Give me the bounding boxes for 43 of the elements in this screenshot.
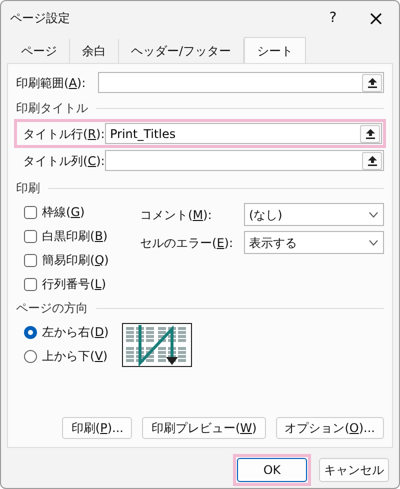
input-field[interactable] — [98, 72, 384, 93]
close-button[interactable]: × — [353, 8, 399, 28]
checkbox[interactable] — [24, 206, 37, 218]
dialog-button[interactable]: オプション(O)... — [276, 417, 384, 439]
checkbox-label: 簡易印刷(Q) — [42, 252, 109, 269]
help-button[interactable]: ? — [313, 8, 353, 28]
input-field[interactable]: Print_Titles — [105, 123, 382, 144]
chevron-down-icon — [369, 240, 378, 246]
radio-button[interactable] — [24, 326, 37, 338]
collapse-button[interactable] — [362, 74, 382, 92]
radio-label: 上から下(V) — [42, 348, 108, 365]
radio-button[interactable] — [24, 350, 37, 362]
field-label: コメント(M): — [140, 206, 213, 224]
chevron-down-icon — [369, 212, 378, 218]
field-label: セルのエラー(E): — [140, 234, 234, 252]
upload-arrow-icon — [366, 128, 374, 138]
collapse-button[interactable] — [360, 124, 380, 142]
ok-button[interactable]: OK — [237, 458, 307, 482]
upload-arrow-icon — [368, 78, 376, 88]
radio-label: 左から右(D) — [42, 324, 109, 341]
cancel-button[interactable]: キャンセル — [319, 458, 389, 482]
group-heading: 印刷 — [16, 180, 40, 197]
upload-arrow-icon — [368, 156, 376, 166]
page-order-drawing — [122, 323, 192, 367]
checkbox-label: 白黒印刷(B) — [42, 228, 108, 245]
collapse-button[interactable] — [362, 152, 382, 170]
dialog-button[interactable]: 印刷プレビュー(W) — [142, 417, 266, 439]
dialog-button[interactable]: 印刷(P)... — [62, 417, 132, 439]
checkbox[interactable] — [24, 254, 37, 266]
dropdown[interactable]: (なし) — [244, 203, 384, 226]
tab[interactable]: シート — [244, 37, 306, 63]
input-field[interactable] — [105, 150, 384, 171]
window-title: ページ設定 — [10, 10, 71, 27]
field-label: タイトル列(C): — [23, 152, 101, 170]
checkbox[interactable] — [24, 230, 37, 242]
dropdown[interactable]: 表示する — [244, 231, 384, 254]
group-heading: 印刷タイトル — [16, 100, 88, 117]
group-heading: ページの方向 — [16, 300, 88, 317]
checkbox-label: 行列番号(L) — [42, 276, 106, 293]
field-label: 印刷範囲(A): — [16, 74, 87, 92]
field-label: タイトル行(R): — [23, 126, 101, 142]
checkbox[interactable] — [24, 278, 37, 290]
checkbox-label: 枠線(G) — [42, 204, 85, 221]
